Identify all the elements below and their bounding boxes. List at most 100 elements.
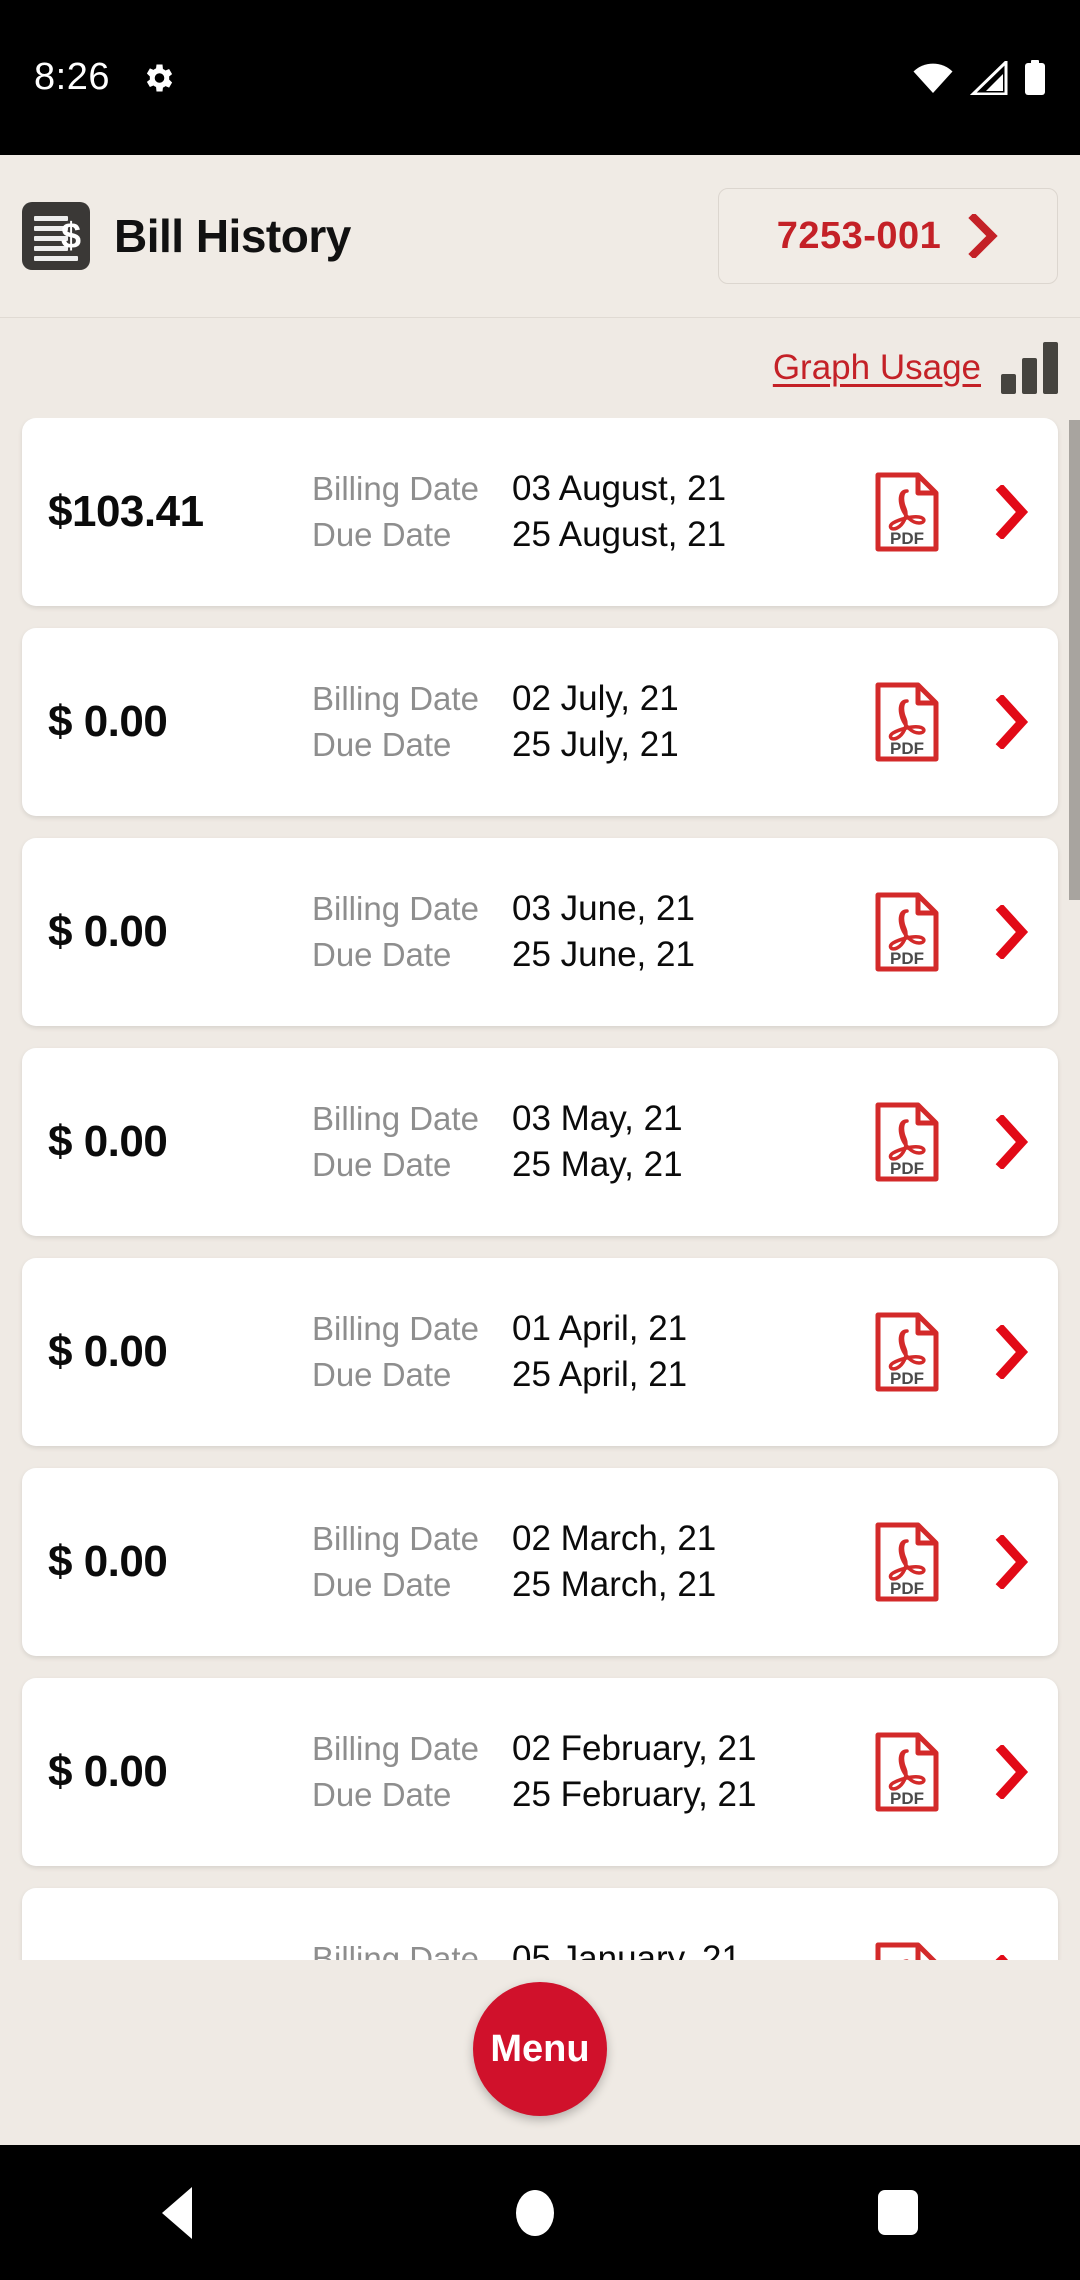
bill-history-row[interactable]: $ 0.00 Billing Date 02 July, 21 Due Date 25 … <box>22 628 1058 816</box>
billing-date-label: Billing Date <box>312 1520 479 1557</box>
pdf-file-icon[interactable]: PDF <box>874 1311 940 1393</box>
bill-detail-button[interactable] <box>966 1535 1058 1589</box>
svg-text:PDF: PDF <box>890 1789 924 1808</box>
status-bar-clock: 8:26 <box>34 56 110 98</box>
pdf-download-button[interactable]: PDF <box>848 471 966 553</box>
android-nav-bar <box>0 2145 1080 2280</box>
dollar-glyph: $ <box>60 215 81 256</box>
bill-amount: $103.41 <box>48 487 204 536</box>
bill-amount: $ 0.00 <box>48 1747 168 1796</box>
card-chevron-right-icon[interactable] <box>995 695 1029 749</box>
bill-history-row[interactable]: $ 0.00 Billing Date 03 May, 21 Due Date 25 M… <box>22 1048 1058 1236</box>
svg-text:PDF: PDF <box>890 949 924 968</box>
bill-amount: $ 0.00 <box>48 907 168 956</box>
billing-date-label: Billing Date <box>312 680 479 717</box>
pdf-file-icon[interactable]: PDF <box>874 1941 940 1960</box>
pdf-file-icon[interactable]: PDF <box>874 1101 940 1183</box>
bill-dates: Billing Date 03 May, 21 Due Date 25 May, 21 <box>312 1099 848 1185</box>
list-scrollbar[interactable] <box>1069 420 1080 900</box>
pdf-download-button[interactable]: PDF <box>848 1101 966 1183</box>
wifi-icon <box>913 63 953 93</box>
pdf-download-button[interactable]: PDF <box>848 1731 966 1813</box>
card-chevron-right-icon[interactable] <box>995 485 1029 539</box>
pdf-download-button[interactable]: PDF <box>848 1311 966 1393</box>
billing-date-row: Billing Date 02 February, 21 <box>312 1729 848 1769</box>
bill-history-row[interactable]: $103.41 Billing Date 03 August, 21 Due Date… <box>22 418 1058 606</box>
due-date-label: Due Date <box>312 1566 452 1603</box>
bill-detail-button[interactable] <box>966 905 1058 959</box>
pdf-download-button[interactable]: PDF <box>848 1521 966 1603</box>
bill-history-row[interactable]: $ 0.00 Billing Date 02 February, 21 Due Dat… <box>22 1678 1058 1866</box>
due-date-label: Due Date <box>312 1776 452 1813</box>
due-date-row: Due Date 25 February, 21 <box>312 1775 848 1815</box>
bill-amount: $ 0.00 <box>48 697 168 746</box>
menu-fab-label: Menu <box>490 2027 590 2070</box>
bill-history-row[interactable]: $ 0.00 Billing Date 01 April, 21 Due Date 25… <box>22 1258 1058 1446</box>
pdf-file-icon[interactable]: PDF <box>874 471 940 553</box>
chevron-right-icon <box>968 214 998 258</box>
pdf-file-icon[interactable]: PDF <box>874 681 940 763</box>
cellular-signal-icon <box>970 60 1008 95</box>
card-chevron-right-icon[interactable] <box>995 1325 1029 1379</box>
bill-detail-button[interactable] <box>966 485 1058 539</box>
svg-text:PDF: PDF <box>890 1159 924 1178</box>
bill-detail-button[interactable] <box>966 1955 1058 1960</box>
due-date-value: 25 July, 21 <box>512 725 679 764</box>
menu-fab-button[interactable]: Menu <box>473 1982 607 2116</box>
due-date-label: Due Date <box>312 1356 452 1393</box>
bill-invoice-icon: $ <box>22 202 90 270</box>
bill-detail-button[interactable] <box>966 1115 1058 1169</box>
due-date-label: Due Date <box>312 726 452 763</box>
bill-amount: $ 0.00 <box>48 1117 168 1166</box>
billing-date-value: 03 June, 21 <box>512 889 695 928</box>
bill-amount: $ 0.00 <box>48 1537 168 1586</box>
pdf-download-button[interactable]: PDF <box>848 1941 966 1960</box>
svg-text:PDF: PDF <box>890 529 924 548</box>
home-button[interactable] <box>516 2189 554 2236</box>
bill-dates: Billing Date 02 March, 21 Due Date 25 March… <box>312 1519 848 1605</box>
back-button[interactable] <box>162 2186 192 2239</box>
graph-usage-link[interactable]: Graph Usage <box>773 348 981 388</box>
due-date-value: 25 May, 21 <box>512 1145 683 1184</box>
bill-dates: Billing Date 01 April, 21 Due Date 25 April… <box>312 1309 848 1395</box>
bill-history-row[interactable]: $ 0.00 Billing Date 02 March, 21 Due Date 25… <box>22 1468 1058 1656</box>
svg-text:PDF: PDF <box>890 1579 924 1598</box>
card-chevron-right-icon[interactable] <box>995 1535 1029 1589</box>
due-date-row: Due Date 25 March, 21 <box>312 1565 848 1605</box>
pdf-file-icon[interactable]: PDF <box>874 1731 940 1813</box>
billing-date-row: Billing Date 05 January, 21 <box>312 1939 848 1960</box>
billing-date-label: Billing Date <box>312 1940 479 1960</box>
bill-history-row[interactable]: $ 0.00Billing Date05 January, 21Due Date… <box>22 1888 1058 1960</box>
bill-dates: Billing Date 02 February, 21 Due Date 25 Fe… <box>312 1729 848 1815</box>
phone-screen: 8:26 $ Bill History 7253-001 Graph Usage… <box>0 0 1080 2280</box>
billing-date-label: Billing Date <box>312 1100 479 1137</box>
pdf-download-button[interactable]: PDF <box>848 681 966 763</box>
bill-detail-button[interactable] <box>966 1745 1058 1799</box>
card-chevron-right-icon[interactable] <box>995 1955 1029 1960</box>
billing-date-label: Billing Date <box>312 890 479 927</box>
billing-date-label: Billing Date <box>312 1310 479 1347</box>
card-chevron-right-icon[interactable] <box>995 905 1029 959</box>
app-header: $ Bill History 7253-001 <box>0 155 1080 318</box>
due-date-value: 25 February, 21 <box>512 1775 757 1814</box>
billing-date-value: 05 January, 21 <box>512 1939 741 1960</box>
bill-amount: $ 0.00 <box>22 1957 312 1960</box>
bill-detail-button[interactable] <box>966 695 1058 749</box>
card-chevron-right-icon[interactable] <box>995 1745 1029 1799</box>
pdf-file-icon[interactable]: PDF <box>874 1521 940 1603</box>
due-date-value: 25 April, 21 <box>512 1355 688 1394</box>
billing-date-row: Billing Date 03 June, 21 <box>312 889 848 929</box>
card-chevron-right-icon[interactable] <box>995 1115 1029 1169</box>
due-date-value: 25 June, 21 <box>512 935 695 974</box>
billing-date-row: Billing Date 02 July, 21 <box>312 679 848 719</box>
billing-date-row: Billing Date 02 March, 21 <box>312 1519 848 1559</box>
bill-history-list[interactable]: $103.41 Billing Date 03 August, 21 Due Date… <box>0 418 1080 1960</box>
account-selector-button[interactable]: 7253-001 <box>718 188 1058 284</box>
bill-history-row[interactable]: $ 0.00 Billing Date 03 June, 21 Due Date 25 … <box>22 838 1058 1026</box>
pdf-download-button[interactable]: PDF <box>848 891 966 973</box>
pdf-file-icon[interactable]: PDF <box>874 891 940 973</box>
gear-icon <box>146 64 173 91</box>
bill-detail-button[interactable] <box>966 1325 1058 1379</box>
bar-chart-icon[interactable] <box>1001 342 1058 394</box>
recents-button[interactable] <box>878 2190 918 2235</box>
